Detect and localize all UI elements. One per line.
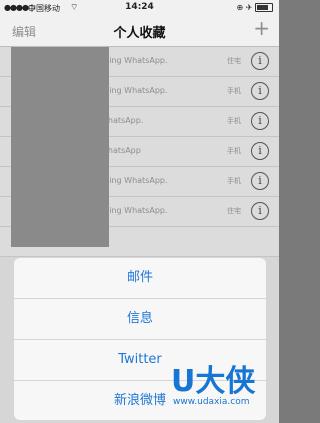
info-icon[interactable]: i [251,52,269,70]
navigation-bar: 编辑 个人收藏 + [0,16,279,47]
info-icon[interactable]: i [251,202,269,220]
status-right-icons: ⊕ ✈ [236,3,273,12]
location-icon: ⊕ ✈ [236,3,253,12]
contact-status: using WhatsApp. [100,206,168,215]
add-icon[interactable]: + [253,18,270,38]
info-icon[interactable]: i [251,142,269,160]
contact-status: using WhatsApp. [100,176,168,185]
info-icon[interactable]: i [251,172,269,190]
info-icon[interactable]: i [251,82,269,100]
contact-type: 手机 [227,87,241,95]
watermark: U大侠 www.udaxia.com [169,365,273,409]
contact-type: 住宅 [227,207,241,215]
contact-status: using WhatsApp. [100,56,168,65]
contact-type: 手机 [227,177,241,185]
info-icon[interactable]: i [251,112,269,130]
share-message-option[interactable]: 信息 [14,299,266,340]
contact-type: 手机 [227,147,241,155]
phone-screen: ●●●●○ 中国移动 ⌔ 14:24 ⊕ ✈ 编辑 个人收藏 + using W… [0,0,279,423]
contact-status: using WhatsApp. [100,86,168,95]
page-title: 个人收藏 [113,26,166,41]
contact-type: 手机 [227,117,241,125]
status-bar: ●●●●○ 中国移动 ⌔ 14:24 ⊕ ✈ [0,0,279,16]
battery-icon [255,3,273,12]
watermark-url: www.udaxia.com [173,397,250,407]
watermark-logo: U大侠 [171,364,256,399]
share-mail-option[interactable]: 邮件 [14,258,266,299]
contact-type: 住宅 [227,57,241,65]
redacted-contact-names [11,47,109,247]
